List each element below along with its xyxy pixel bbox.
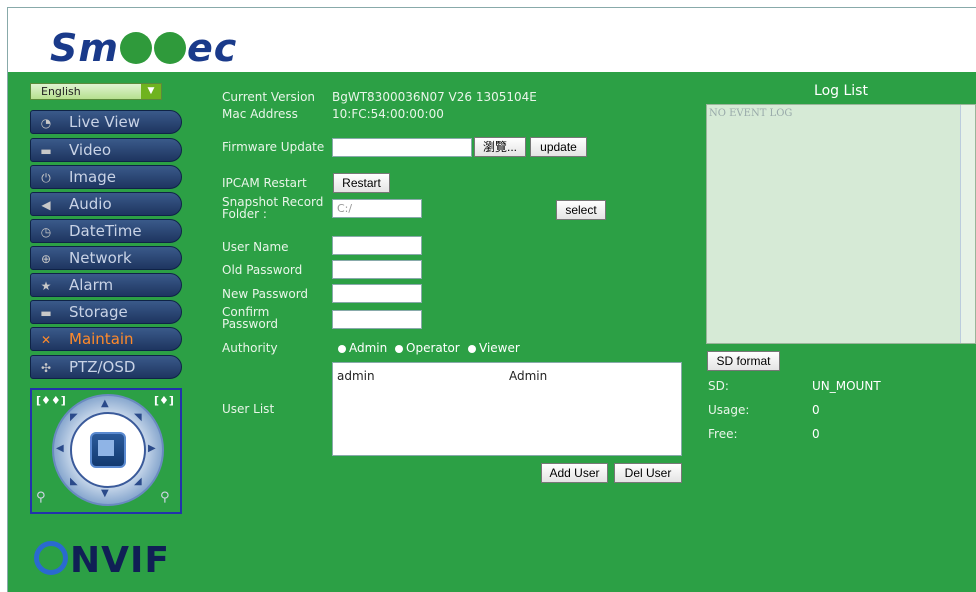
header: Sm ec: [8, 8, 976, 72]
clock-icon: ◷: [40, 225, 52, 239]
log-scrollbar[interactable]: [960, 105, 975, 343]
arrow-left-icon[interactable]: ◀: [56, 443, 64, 454]
alarm-icon: ★: [40, 279, 52, 293]
radio-dot-icon: [468, 344, 476, 353]
chat-icon: ◔: [40, 116, 52, 130]
ptz-control: [♦♦] [♦] ▲ ▼ ◀ ▶ ◤ ◥ ◣ ◢ ⚲ ⚲: [30, 388, 182, 514]
onvif-o-icon: [34, 541, 68, 575]
sd-format-button[interactable]: SD format: [707, 351, 780, 371]
log-list-title: Log List: [814, 83, 868, 99]
old-password-label: Old Password: [222, 263, 303, 277]
focus-icon[interactable]: [♦]: [154, 394, 174, 407]
user-list[interactable]: admin Admin: [332, 362, 682, 456]
confirm-password-input[interactable]: [332, 310, 422, 329]
nav-item-audio[interactable]: ◀ Audio: [30, 192, 182, 216]
snapshot-folder-input[interactable]: C:/: [332, 199, 422, 218]
power-icon: ⏻: [41, 171, 51, 185]
snapshot-folder-label: Snapshot Record Folder :: [222, 195, 324, 221]
free-label: Free:: [708, 427, 738, 441]
user-list-label: User List: [222, 402, 275, 416]
smartec-logo: Sm ec: [50, 26, 238, 70]
user-list-name[interactable]: admin: [337, 369, 375, 383]
mac-address-value: 10:FC:54:00:00:00: [332, 107, 444, 121]
nav-item-maintain[interactable]: ✕ Maintain: [30, 327, 182, 351]
language-select[interactable]: English ▼: [30, 83, 162, 100]
browse-button[interactable]: 瀏覽...: [474, 137, 526, 157]
sd-label: SD:: [708, 379, 729, 393]
select-button[interactable]: select: [556, 200, 606, 220]
del-user-button[interactable]: Del User: [614, 463, 682, 483]
arrow-right-icon[interactable]: ▶: [148, 443, 156, 454]
new-password-label: New Password: [222, 287, 309, 301]
authority-label: Authority: [222, 341, 278, 355]
sd-status: UN_MOUNT: [812, 379, 881, 393]
tools-icon: ✕: [40, 333, 52, 347]
zoom-out-icon[interactable]: ⚲: [36, 490, 46, 505]
arrow-down-icon[interactable]: ▼: [101, 488, 109, 499]
nav-item-alarm[interactable]: ★ Alarm: [30, 273, 182, 297]
logo-leaf-icon: [119, 31, 152, 64]
arrow-up-left-icon[interactable]: ◤: [70, 412, 78, 423]
camera-icon: ▬: [40, 144, 52, 158]
free-value: 0: [812, 427, 820, 441]
arrow-down-left-icon[interactable]: ◣: [70, 476, 78, 487]
nav-item-datetime[interactable]: ◷ DateTime: [30, 219, 182, 243]
authority-radio-operator[interactable]: Operator: [395, 341, 460, 355]
firmware-update-label: Firmware Update: [222, 140, 325, 154]
ptz-icon: ✣: [40, 361, 52, 375]
chevron-down-icon[interactable]: ▼: [141, 84, 161, 99]
arrow-down-right-icon[interactable]: ◢: [134, 476, 142, 487]
authority-radio-admin[interactable]: Admin: [338, 341, 387, 355]
zoom-in-icon[interactable]: ⚲: [160, 490, 170, 505]
nav-item-storage[interactable]: ▬ Storage: [30, 300, 182, 324]
ipcam-restart-label: IPCAM Restart: [222, 176, 307, 190]
nav-item-live-view[interactable]: ◔ Live View: [30, 110, 182, 134]
radio-dot-icon: [338, 344, 346, 353]
globe-icon: ⊕: [40, 252, 52, 266]
usage-value: 0: [812, 403, 820, 417]
current-version-label: Current Version: [222, 90, 316, 104]
nav-item-image[interactable]: ⏻ Image: [30, 165, 182, 189]
nav-item-network[interactable]: ⊕ Network: [30, 246, 182, 270]
firmware-file-input[interactable]: [332, 138, 472, 157]
user-name-input[interactable]: [332, 236, 422, 255]
ptz-home-icon: [98, 440, 114, 456]
old-password-input[interactable]: [332, 260, 422, 279]
nav-item-video[interactable]: ▬ Video: [30, 138, 182, 162]
update-button[interactable]: update: [530, 137, 587, 157]
add-user-button[interactable]: Add User: [541, 463, 608, 483]
disk-icon: ▬: [40, 306, 52, 320]
log-list-box[interactable]: NO EVENT LOG: [706, 104, 976, 344]
iris-icon[interactable]: [♦♦]: [36, 394, 66, 407]
logo-leaf-icon-2: [153, 31, 186, 64]
mac-address-label: Mac Address: [222, 107, 298, 121]
user-name-label: User Name: [222, 240, 289, 254]
speaker-icon: ◀: [41, 198, 51, 212]
usage-label: Usage:: [708, 403, 750, 417]
nav-item-ptz-osd[interactable]: ✣ PTZ/OSD: [30, 355, 182, 379]
arrow-up-icon[interactable]: ▲: [101, 398, 109, 409]
current-version-value: BgWT8300036N07 V26 1305104E: [332, 90, 537, 104]
authority-radio-viewer[interactable]: Viewer: [468, 341, 520, 355]
restart-button[interactable]: Restart: [333, 173, 390, 193]
log-content: NO EVENT LOG: [709, 108, 793, 119]
user-list-role[interactable]: Admin: [509, 369, 547, 383]
arrow-up-right-icon[interactable]: ◥: [134, 412, 142, 423]
onvif-logo: NVIF: [34, 540, 170, 581]
radio-dot-icon: [395, 344, 403, 353]
confirm-password-label: Confirm Password: [222, 305, 279, 331]
new-password-input[interactable]: [332, 284, 422, 303]
